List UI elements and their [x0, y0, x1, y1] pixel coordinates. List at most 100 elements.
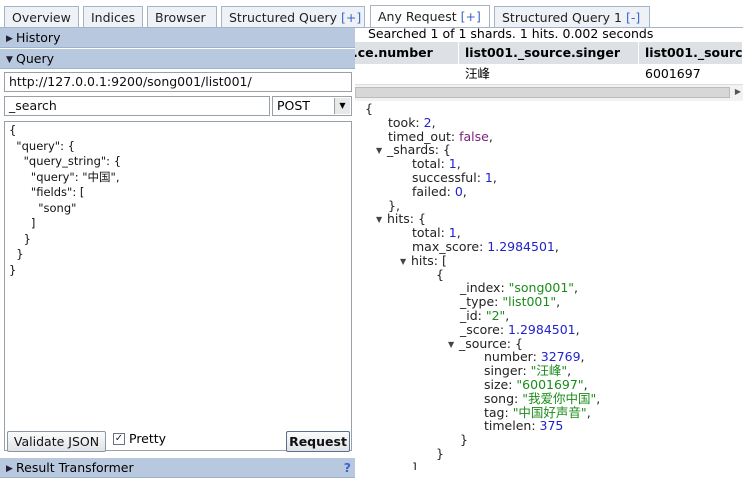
json-key: total:	[412, 156, 449, 172]
json-value: 0	[454, 183, 463, 199]
tab-any-request-plus[interactable]: [+]	[461, 9, 481, 24]
json-key: tag:	[484, 404, 513, 420]
json-line: timed_out: false,	[388, 128, 493, 144]
tab-browser[interactable]: Browser	[147, 6, 217, 27]
table-cell: 汪峰	[465, 66, 491, 81]
query-header[interactable]: ▼ Query	[0, 49, 355, 69]
json-bracket: {	[418, 211, 426, 227]
request-body-text[interactable]: { "query": { "query_string": { "query": …	[5, 122, 351, 279]
chevron-down-icon[interactable]: ▼	[334, 98, 350, 114]
json-key: took:	[388, 114, 424, 130]
tab-structured-query[interactable]: Structured Query [+]	[221, 6, 365, 27]
json-key: hits:	[411, 252, 442, 268]
validate-json-button[interactable]: Validate JSON	[7, 431, 106, 452]
tab-indices-label: Indices	[91, 10, 136, 25]
json-comma: ,	[596, 390, 601, 406]
column-header-singer[interactable]: list001._source.singer	[459, 42, 639, 64]
json-comma: ,	[492, 170, 497, 185]
json-value: "list001"	[502, 294, 557, 310]
pretty-checkbox[interactable]: ✓	[113, 433, 125, 445]
json-value: 1.2984501	[487, 239, 555, 254]
request-button[interactable]: Request	[286, 431, 350, 452]
json-line: _id: "2",	[460, 309, 509, 323]
collapse-toggle-icon[interactable]: ▼	[400, 255, 411, 269]
tab-any-request-label: Any Request	[378, 9, 461, 24]
collapse-toggle-icon[interactable]: ▼	[376, 213, 387, 227]
json-key: max_score:	[412, 239, 488, 254]
column-header-source-label: list001._source	[645, 45, 743, 60]
json-line: {	[365, 102, 373, 116]
json-key: timed_out:	[388, 128, 460, 144]
history-header[interactable]: ▶ History	[0, 28, 355, 48]
column-header-source[interactable]: list001._source	[639, 42, 743, 64]
json-line: singer: "汪峰",	[484, 364, 571, 378]
tab-structured-query-label: Structured Query	[229, 10, 342, 25]
expand-right-icon: ▶	[6, 34, 13, 44]
json-key: _type:	[460, 294, 503, 310]
json-comma: ,	[456, 156, 461, 172]
json-line: _type: "list001",	[460, 295, 560, 309]
json-line: failed: 0,	[412, 183, 467, 199]
json-key: _index:	[460, 280, 509, 296]
json-line: _index: "song001",	[460, 281, 578, 295]
json-value: 375	[539, 418, 564, 434]
collapse-toggle-icon[interactable]: ▼	[448, 338, 459, 352]
tab-browser-label: Browser	[155, 10, 206, 25]
tab-structured-query-1-label: Structured Query 1	[502, 10, 626, 25]
json-bracket: {	[436, 266, 444, 282]
collapse-toggle-icon[interactable]: ▼	[376, 144, 387, 158]
method-select[interactable]: POST ▼	[272, 96, 352, 116]
json-bracket: }	[436, 446, 444, 461]
request-body-editor[interactable]: { "query": { "query_string": { "query": …	[4, 121, 352, 451]
scroll-right-icon[interactable]: ▶	[735, 87, 741, 96]
json-value: "中国好声音"	[512, 404, 587, 420]
tab-structured-query-1-close[interactable]: [-]	[626, 10, 640, 25]
json-value: "汪峰"	[530, 363, 568, 379]
json-key: _source:	[459, 335, 515, 351]
json-comma: ,	[567, 363, 572, 379]
horizontal-scrollbar[interactable]: ▶	[355, 84, 743, 101]
json-value: 2	[423, 114, 432, 130]
json-line: song: "我爱你中国",	[484, 390, 601, 406]
json-comma: ,	[456, 225, 461, 241]
json-comma: ,	[575, 321, 580, 337]
search-status: Searched 1 of 1 shards. 1 hits. 0.002 se…	[368, 28, 654, 41]
json-bracket: {	[442, 142, 451, 158]
json-bracket: },	[388, 197, 400, 213]
json-comma: ,	[583, 377, 588, 392]
json-value: "我爱你中国"	[522, 390, 597, 406]
json-comma: ,	[586, 404, 591, 420]
json-value: false	[459, 128, 489, 144]
json-value: "2"	[485, 308, 506, 323]
json-key: _score:	[460, 321, 509, 337]
tab-any-request[interactable]: Any Request [+]	[370, 5, 490, 28]
json-key: failed:	[412, 183, 455, 199]
json-comma: ,	[574, 280, 578, 296]
json-value: "song001"	[508, 280, 575, 296]
json-line: total: 1,	[412, 157, 461, 171]
json-value: 1.2984501	[508, 321, 576, 337]
json-bracket: ]	[412, 459, 417, 470]
result-transformer-header[interactable]: ▶ Result Transformer ?	[0, 458, 355, 478]
help-icon[interactable]: ?	[344, 458, 351, 477]
history-label: History	[16, 30, 61, 45]
json-line: },	[388, 197, 400, 213]
tab-overview[interactable]: Overview	[4, 6, 79, 27]
json-line: }	[436, 447, 444, 461]
json-key: singer:	[484, 363, 531, 379]
path-input[interactable]: _search	[4, 96, 270, 116]
tab-structured-query-plus[interactable]: [+]	[341, 10, 361, 25]
scrollbar-thumb[interactable]	[355, 87, 730, 98]
response-panel: Searched 1 of 1 shards. 1 hits. 0.002 se…	[355, 28, 743, 470]
json-key: number:	[484, 349, 541, 365]
table-cell	[355, 64, 465, 84]
json-comma: ,	[431, 114, 436, 130]
url-input[interactable]: http://127.0.0.1:9200/song001/list001/	[4, 72, 352, 92]
tab-indices[interactable]: Indices	[83, 6, 143, 27]
tab-structured-query-1[interactable]: Structured Query 1 [-]	[494, 6, 650, 27]
json-comma: ,	[462, 183, 467, 199]
json-line: max_score: 1.2984501,	[412, 240, 559, 254]
column-header-number[interactable]: .ce.number	[355, 42, 459, 64]
json-line: successful: 1,	[412, 171, 497, 185]
table-cell: 6001697	[645, 66, 701, 81]
